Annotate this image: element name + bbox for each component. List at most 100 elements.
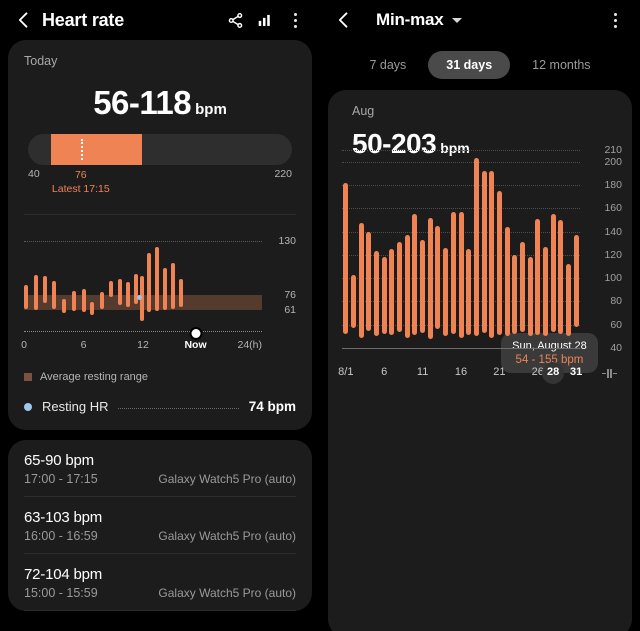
daily-gridline-label: 130 bbox=[278, 235, 296, 247]
more-options-button[interactable] bbox=[280, 5, 310, 35]
tab-7-days[interactable]: 7 days bbox=[351, 51, 424, 79]
daily-chart-bar[interactable] bbox=[51, 281, 56, 309]
monthly-chart-bar[interactable] bbox=[519, 242, 525, 332]
daily-chart-bar[interactable] bbox=[90, 302, 95, 315]
record-source: Galaxy Watch5 Pro (auto) bbox=[158, 586, 296, 600]
daily-chart-bar[interactable] bbox=[71, 291, 76, 311]
daily-chart-bar[interactable] bbox=[23, 285, 28, 309]
record-value: 63-103 bpm bbox=[24, 509, 103, 526]
monthly-chart-bar[interactable] bbox=[404, 235, 410, 338]
monthly-chart-bar[interactable] bbox=[358, 223, 364, 338]
daily-x-tick: 24(h) bbox=[237, 339, 262, 351]
resting-hr-row[interactable]: Resting HR 74 bpm bbox=[24, 399, 296, 430]
monthly-chart-bar[interactable] bbox=[420, 239, 426, 333]
monthly-x-tick[interactable]: 28 bbox=[547, 366, 559, 378]
daily-chart-bar[interactable] bbox=[178, 279, 183, 307]
monthly-gridline bbox=[342, 184, 580, 186]
monthly-chart-bar[interactable] bbox=[496, 190, 502, 336]
daily-chart-bar[interactable] bbox=[170, 263, 175, 309]
monthly-chart-bar[interactable] bbox=[565, 264, 571, 337]
monthly-chart-bar[interactable] bbox=[550, 214, 556, 332]
monthly-chart-bar[interactable] bbox=[397, 242, 403, 332]
daily-chart-bar[interactable] bbox=[61, 299, 66, 313]
daily-chart-bar[interactable] bbox=[126, 282, 131, 307]
chevron-down-icon bbox=[451, 17, 462, 23]
range-bar bbox=[28, 134, 292, 165]
statistics-button[interactable] bbox=[250, 5, 280, 35]
summary-value: 56-118 bpm bbox=[8, 68, 312, 128]
monthly-chart-bar[interactable] bbox=[527, 257, 533, 337]
monthly-chart-bar[interactable] bbox=[558, 219, 564, 335]
daily-chart-bar[interactable] bbox=[100, 292, 105, 309]
monthly-chart-bar[interactable] bbox=[389, 249, 395, 336]
bar-chart-icon bbox=[258, 14, 270, 26]
now-label: Now bbox=[184, 339, 207, 351]
daily-chart-bar[interactable] bbox=[81, 289, 86, 312]
monthly-chart-bar[interactable] bbox=[512, 254, 518, 334]
monthly-x-tick[interactable]: 21 bbox=[493, 366, 505, 378]
list-item[interactable]: 63-103 bpm 16:00 - 16:59 Galaxy Watch5 Pro… bbox=[8, 497, 312, 553]
period-tabs: 7 days 31 days 12 months bbox=[320, 40, 640, 90]
legend-swatch-resting-range bbox=[24, 373, 32, 381]
tab-12-months[interactable]: 12 months bbox=[514, 51, 608, 79]
monthly-chart-bar[interactable] bbox=[542, 246, 548, 337]
record-meta: 15:00 - 15:59 Galaxy Watch5 Pro (auto) bbox=[24, 586, 296, 600]
monthly-chart-bar[interactable] bbox=[366, 231, 372, 331]
monthly-x-tick[interactable]: 6 bbox=[381, 366, 387, 378]
page-title: Heart rate bbox=[42, 9, 125, 30]
monthly-chart-bar[interactable] bbox=[443, 247, 449, 337]
monthly-chart-bar[interactable] bbox=[381, 257, 387, 334]
more-options-button-right[interactable] bbox=[600, 5, 630, 35]
monthly-chart-bar[interactable] bbox=[504, 226, 510, 337]
monthly-chart-bar[interactable] bbox=[374, 251, 380, 337]
range-latest-marker bbox=[80, 139, 83, 160]
card-divider bbox=[24, 214, 296, 215]
list-item[interactable]: 72-104 bpm 15:00 - 15:59 Galaxy Watch5 Pro… bbox=[8, 554, 312, 610]
monthly-x-tick[interactable]: 8/1 bbox=[338, 366, 353, 378]
metric-title: Min-max bbox=[376, 10, 444, 29]
daily-chart-bar[interactable] bbox=[118, 279, 123, 305]
monthly-chart-bar[interactable] bbox=[351, 274, 357, 329]
monthly-chart-bar[interactable] bbox=[427, 217, 433, 339]
monthly-chart-bar[interactable] bbox=[489, 170, 495, 338]
daily-chart-bar[interactable] bbox=[162, 268, 167, 310]
monthly-x-tick[interactable]: 31 bbox=[570, 366, 582, 378]
monthly-chart-bar[interactable] bbox=[343, 182, 349, 335]
monthly-chart-bar[interactable] bbox=[458, 211, 464, 338]
daily-chart-bar[interactable] bbox=[146, 253, 151, 312]
monthly-chart-bar[interactable] bbox=[535, 218, 541, 336]
monthly-y-tick-label: 140 bbox=[604, 225, 622, 238]
monthly-chart-bar[interactable] bbox=[435, 225, 441, 330]
latest-time: Latest 17:15 bbox=[51, 183, 110, 195]
daily-chart-bar[interactable] bbox=[134, 274, 139, 304]
monthly-chart-bar[interactable] bbox=[481, 170, 487, 333]
back-button-right[interactable] bbox=[330, 6, 358, 34]
list-separator bbox=[24, 610, 296, 611]
monthly-chart-bar[interactable] bbox=[473, 158, 479, 337]
record-source: Galaxy Watch5 Pro (auto) bbox=[158, 529, 296, 543]
back-button[interactable] bbox=[10, 6, 38, 34]
monthly-chart-bar[interactable] bbox=[412, 214, 418, 336]
record-meta: 16:00 - 16:59 Galaxy Watch5 Pro (auto) bbox=[24, 529, 296, 543]
monthly-chart-bar[interactable] bbox=[450, 211, 456, 334]
metric-selector[interactable]: Min-max bbox=[372, 10, 462, 30]
today-summary-card: Today 56-118bpm 40 220 76 Latest 17:15 bbox=[8, 40, 312, 430]
daily-axis-line bbox=[24, 331, 262, 332]
monthly-chart-bar[interactable] bbox=[466, 249, 472, 336]
resting-band-low-label: 61 bbox=[284, 304, 296, 316]
monthly-chart-bar[interactable] bbox=[573, 235, 579, 328]
resize-handle-icon[interactable] bbox=[602, 369, 617, 378]
daily-chart-bar[interactable] bbox=[109, 281, 114, 297]
month-label: Aug bbox=[352, 104, 375, 118]
list-item[interactable]: 65-90 bpm 17:00 - 17:15 Galaxy Watch5 Pro … bbox=[8, 440, 312, 496]
tab-31-days[interactable]: 31 days bbox=[428, 51, 511, 79]
monthly-x-tick[interactable]: 11 bbox=[417, 366, 428, 378]
monthly-min-max-chart[interactable]: 40 60 80 100 120 140 160 180 200 210 bbox=[328, 144, 632, 354]
daily-chart-bar[interactable] bbox=[42, 276, 47, 303]
share-button[interactable] bbox=[220, 5, 250, 35]
monthly-x-tick[interactable]: 16 bbox=[455, 366, 467, 378]
daily-chart-bar[interactable] bbox=[33, 275, 38, 310]
daily-heart-rate-chart[interactable]: 130 76 61 bbox=[23, 231, 296, 331]
daily-chart-bar[interactable] bbox=[154, 247, 159, 311]
period-label: Today bbox=[24, 54, 58, 68]
